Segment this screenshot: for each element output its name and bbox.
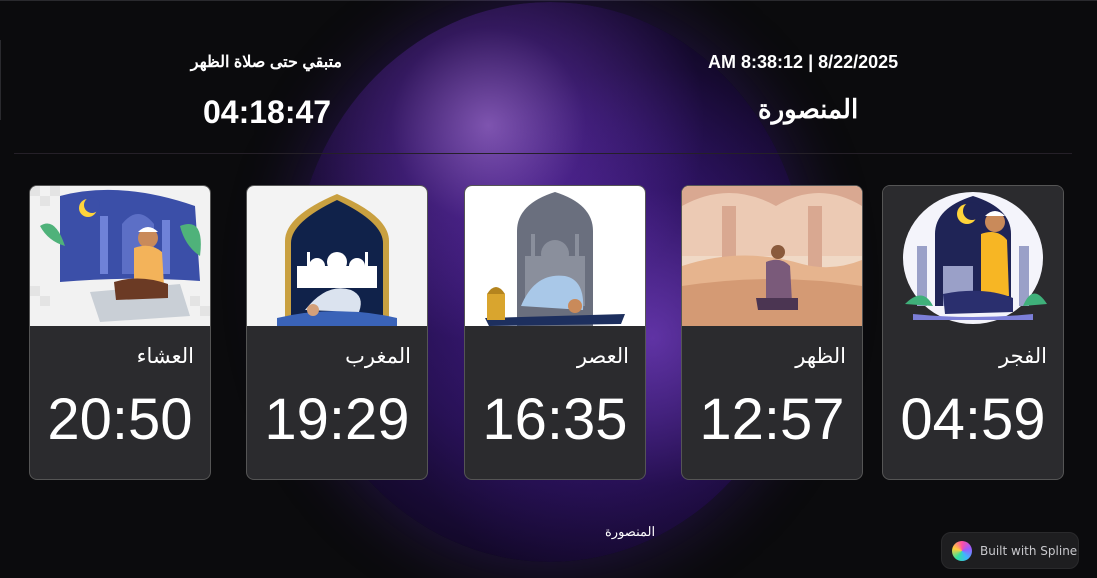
- prayer-name: الفجر: [999, 344, 1047, 368]
- window-left-border: [0, 40, 1, 120]
- maghrib-illustration: [247, 186, 427, 326]
- prayer-time: 20:50: [47, 387, 193, 452]
- prayer-time: 12:57: [699, 387, 845, 452]
- asr-illustration: [465, 186, 645, 326]
- spline-logo-icon: [952, 540, 972, 561]
- header-divider: [14, 153, 1072, 154]
- prayer-card-maghrib: المغرب 19:29: [246, 185, 428, 480]
- prayer-name: المغرب: [345, 344, 411, 368]
- window-top-border: [0, 0, 1097, 1]
- prayer-time: 16:35: [482, 387, 628, 452]
- prayer-name: العشاء: [136, 344, 194, 368]
- prayer-card-asr: العصر 16:35: [464, 185, 646, 480]
- isha-illustration: [30, 186, 210, 326]
- built-with-spline-badge[interactable]: Built with Spline: [941, 532, 1079, 569]
- prayer-time: 19:29: [264, 387, 410, 452]
- prayer-card-dhuhr: الظهر 12:57: [681, 185, 863, 480]
- prayer-card-isha: العشاء 20:50: [29, 185, 211, 480]
- footer-city-label: المنصورة: [605, 524, 656, 539]
- spline-badge-label: Built with Spline: [980, 543, 1078, 558]
- countdown-timer: 04:18:47: [203, 94, 332, 130]
- fajr-illustration: [883, 186, 1063, 326]
- dhuhr-illustration: [682, 186, 862, 326]
- prayer-card-fajr: الفجر 04:59: [882, 185, 1064, 480]
- next-prayer-label: متبقي حتى صلاة الظهر: [190, 54, 342, 71]
- city-name: المنصورة: [758, 94, 859, 124]
- prayer-name: العصر: [576, 344, 629, 368]
- prayer-name: الظهر: [795, 344, 846, 368]
- current-datetime: 8/22/2025 | 8:38:12 AM: [708, 52, 899, 72]
- prayer-time: 04:59: [900, 387, 1046, 452]
